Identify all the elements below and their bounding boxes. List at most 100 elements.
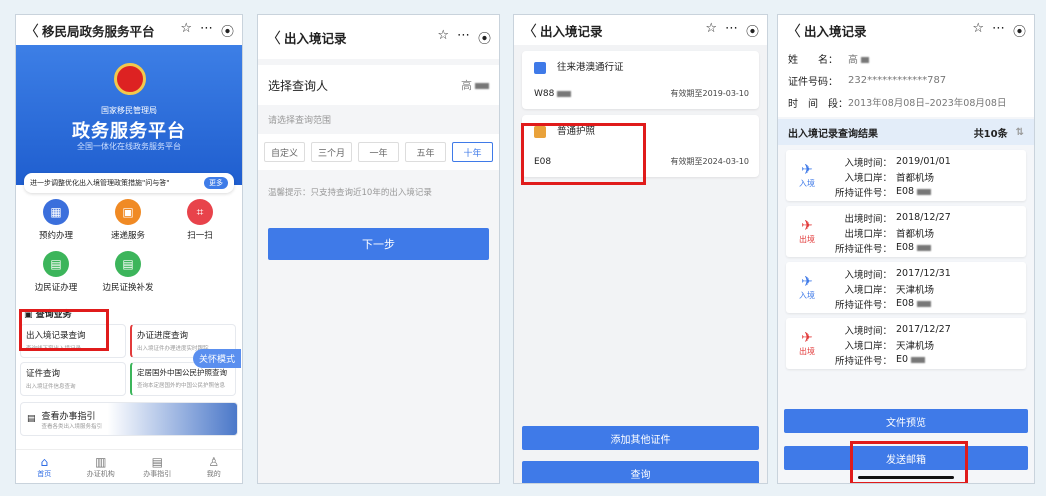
screen-certificates: 〈 出入境记录 ☆ ⋯ ⦿ 往来港澳通行证 W88 有效期至2019-03-10… xyxy=(513,14,768,484)
exit-indicator: ✈ 出境 xyxy=(799,218,815,244)
tab-mine[interactable]: ♙ 我的 xyxy=(186,450,243,483)
query-info: 姓 名： 高 证件号码： 232************787 时 间 段： 2013… xyxy=(778,45,1034,117)
screen-results: 〈 出入境记录 ☆ ⋯ ⦿ 姓 名： 高 证件号码： 232************… xyxy=(777,14,1035,484)
more-icon[interactable]: ⋯ xyxy=(725,21,738,40)
building-icon: ▥ xyxy=(95,454,107,469)
service-item-border-pass[interactable]: ▤ 边民证办理 xyxy=(20,251,92,303)
care-mode-button[interactable]: 关怀模式 xyxy=(193,349,242,368)
document-icon: ▤ xyxy=(27,414,36,424)
tab-offices[interactable]: ▥ 办证机构 xyxy=(73,450,130,483)
back-icon[interactable]: 〈 xyxy=(522,20,537,41)
more-button[interactable]: 更多 xyxy=(204,177,228,189)
record-item[interactable]: ✈ 出境 入境时间： 2017/12/27 入境口岸： 天津机场 所持证件号： E0 xyxy=(786,318,1026,369)
notice-banner[interactable]: 进一步调整优化出入境管理政策措施"问与答" 更多 xyxy=(24,173,234,193)
platform-title: 政务服务平台 xyxy=(72,121,186,142)
screen-select-range: 〈 出入境记录 ☆ ⋯ ⦿ 选择查询人 高 请选择查询范围 自定义 三个月 一年… xyxy=(257,14,500,484)
back-icon[interactable]: 〈 xyxy=(786,20,801,41)
redaction xyxy=(917,300,932,307)
plane-takeoff-icon: ✈ xyxy=(801,218,813,234)
emblem-icon xyxy=(114,63,146,95)
range-custom[interactable]: 自定义 xyxy=(264,142,305,162)
next-button[interactable]: 下一步 xyxy=(268,228,489,260)
screen-home: 〈 移民局政务服务平台 ☆ ⋯ ⦿ 国家移民管理局 政务服务平台 全国一体化在线… xyxy=(15,14,243,484)
plane-takeoff-icon: ✈ xyxy=(801,330,813,346)
results-title: 出入境记录查询结果 xyxy=(788,128,878,140)
select-person-label: 选择查询人 xyxy=(268,78,329,93)
cert-number: W88 xyxy=(534,89,572,99)
highlight-box xyxy=(850,441,968,483)
range-1-year[interactable]: 一年 xyxy=(358,142,399,162)
star-icon[interactable]: ☆ xyxy=(180,21,192,40)
delivery-icon: ▣ xyxy=(115,199,141,225)
back-icon[interactable]: 〈 xyxy=(266,27,281,48)
select-person-row[interactable]: 选择查询人 高 xyxy=(258,65,499,105)
tab-guide[interactable]: ▤ 办事指引 xyxy=(129,450,186,483)
tip-text: 温馨提示：只支持查询近10年的出入境记录 xyxy=(268,188,432,198)
query-card-certificate[interactable]: 证件查询 出入境证件信息查询 xyxy=(20,362,126,396)
notice-text: 进一步调整优化出入境管理政策措施"问与答" xyxy=(30,179,170,187)
record-item[interactable]: ✈ 出境 出境时间： 2018/12/27 出境口岸： 首都机场 所持证件号： E08 xyxy=(786,206,1026,257)
id-label: 证件号码： xyxy=(788,76,838,88)
plane-landing-icon: ✈ xyxy=(801,162,813,178)
query-button[interactable]: 查询 xyxy=(522,461,759,483)
service-label: 边民证办理 xyxy=(34,283,78,293)
record-item[interactable]: ✈ 入境 入境时间： 2019/01/01 入境口岸： 首都机场 所持证件号： E08 xyxy=(786,150,1026,201)
more-icon[interactable]: ⋯ xyxy=(457,28,470,47)
redaction xyxy=(917,188,932,195)
star-icon[interactable]: ☆ xyxy=(705,21,717,40)
highlight-box xyxy=(19,309,109,351)
redaction xyxy=(861,56,869,63)
more-icon[interactable]: ⋯ xyxy=(200,21,213,40)
service-item-appointment[interactable]: ▦ 预约办理 xyxy=(20,199,92,251)
target-icon[interactable]: ⦿ xyxy=(478,28,491,47)
nav-bar: 〈 出入境记录 ☆ ⋯ ⦿ xyxy=(258,15,499,59)
nav-title: 移民局政务服务平台 xyxy=(42,23,155,39)
guide-icon: ▤ xyxy=(151,454,163,469)
star-icon[interactable]: ☆ xyxy=(972,21,984,40)
more-icon[interactable]: ⋯ xyxy=(992,21,1005,40)
nav-bar: 〈 出入境记录 ☆ ⋯ ⦿ xyxy=(778,15,1034,45)
redaction xyxy=(911,356,926,363)
service-item-scan[interactable]: ⌗ 扫一扫 xyxy=(164,199,236,251)
hero-banner: 国家移民管理局 政务服务平台 全国一体化在线政务服务平台 xyxy=(16,45,242,185)
period-label: 时 间 段： xyxy=(788,98,848,110)
bureau-name: 国家移民管理局 xyxy=(101,106,157,115)
target-icon[interactable]: ⦿ xyxy=(1013,21,1026,40)
service-item-border-pass-renew[interactable]: ▤ 边民证换补发 xyxy=(92,251,164,303)
highlight-box xyxy=(521,123,646,185)
nav-title: 出入境记录 xyxy=(804,23,867,39)
range-10-years[interactable]: 十年 xyxy=(452,142,493,162)
sort-icon[interactable]: ⇅ xyxy=(1016,127,1024,138)
nav-title: 出入境记录 xyxy=(540,23,603,39)
file-preview-button[interactable]: 文件预览 xyxy=(784,409,1028,433)
range-3-months[interactable]: 三个月 xyxy=(311,142,352,162)
results-count: 共10条 xyxy=(973,128,1008,140)
guide-card[interactable]: ▤ 查看办事指引 查看各类出入境服务指引 xyxy=(20,402,238,436)
range-5-years[interactable]: 五年 xyxy=(405,142,446,162)
cert-expiry: 有效期至2019-03-10 xyxy=(670,89,750,98)
star-icon[interactable]: ☆ xyxy=(437,28,449,47)
permit-icon xyxy=(534,61,546,74)
back-icon[interactable]: 〈 xyxy=(24,20,39,41)
target-icon[interactable]: ⦿ xyxy=(221,21,234,40)
user-icon: ♙ xyxy=(208,454,220,469)
redaction xyxy=(917,244,932,251)
service-label: 扫一扫 xyxy=(187,231,213,241)
range-options: 自定义 三个月 一年 五年 十年 xyxy=(258,134,499,170)
cert-card-hk-macau[interactable]: 往来港澳通行证 W88 有效期至2019-03-10 xyxy=(522,51,759,109)
tab-home[interactable]: ⌂ 首页 xyxy=(16,450,73,483)
exit-indicator: ✈ 出境 xyxy=(799,330,815,356)
id-value: 232************787 xyxy=(848,74,947,86)
service-label: 速递服务 xyxy=(110,231,145,241)
record-item[interactable]: ✈ 入境 入境时间： 2017/12/31 入境口岸： 天津机场 所持证件号： E08 xyxy=(786,262,1026,313)
redaction xyxy=(475,83,489,89)
service-item-delivery[interactable]: ▣ 速递服务 xyxy=(92,199,164,251)
results-header: 出入境记录查询结果 共10条 ⇅ xyxy=(778,119,1034,145)
service-label: 边民证换补发 xyxy=(102,283,154,293)
target-icon[interactable]: ⦿ xyxy=(746,21,759,40)
name-value: 高 xyxy=(848,51,869,66)
service-grid: ▦ 预约办理 ▣ 速递服务 ⌗ 扫一扫 ▤ 边民证办理 ▤ 边民证换补发 xyxy=(16,193,242,303)
redaction xyxy=(557,90,572,97)
cert-expiry: 有效期至2024-03-10 xyxy=(670,157,750,166)
add-certificate-button[interactable]: 添加其他证件 xyxy=(522,426,759,450)
